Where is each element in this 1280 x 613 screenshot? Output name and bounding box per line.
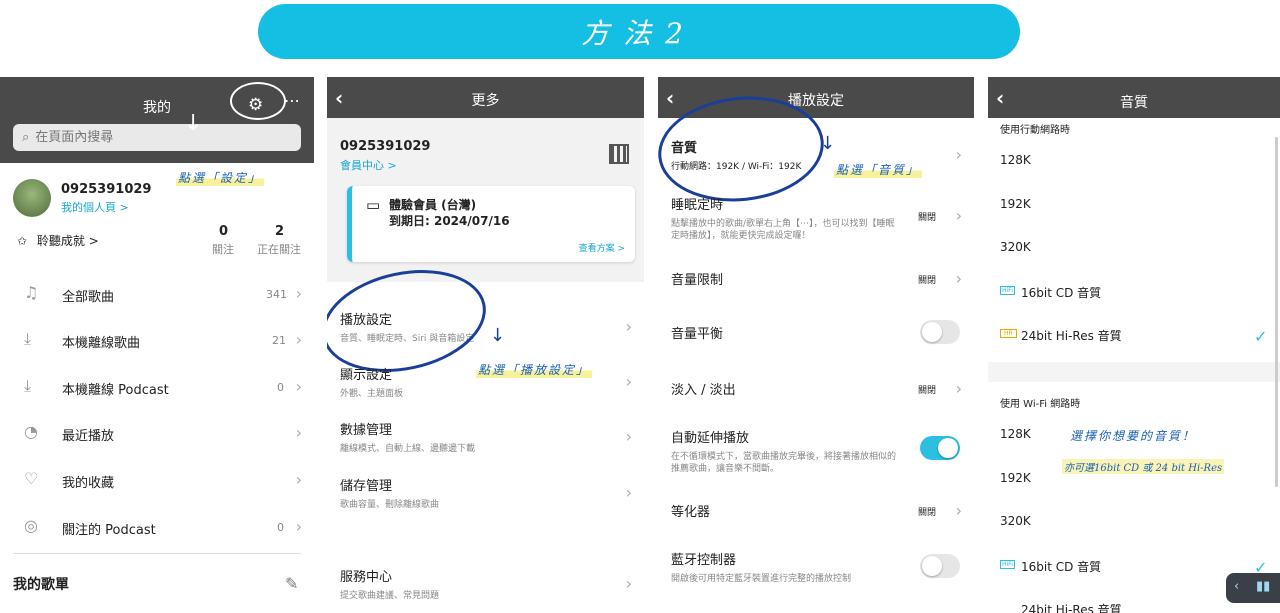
scrollbar[interactable] <box>1275 137 1278 487</box>
card-expiry: 到期日: 2024/07/16 <box>389 214 510 228</box>
header: ‹ 音質 <box>988 77 1280 118</box>
banner-title: 方法2 <box>581 16 697 50</box>
floating-widget[interactable]: ‹ ▮▮ <box>1226 573 1280 603</box>
chevron-right-icon: › <box>295 470 302 489</box>
account-phone: 0925391029 <box>340 139 431 154</box>
setting-equalizer[interactable]: 等化器 關閉 › <box>658 501 974 525</box>
search-icon: ⌕ <box>22 130 30 145</box>
member-center-link[interactable]: 會員中心 > <box>340 157 397 173</box>
setting-bluetooth: 藍牙控制器 開啟後可用特定藍牙裝置進行完整的播放控制 <box>658 549 974 589</box>
panel-more: ‹ 更多 0925391029 會員中心 > ▭ 體驗會員 (台灣) 到期日: … <box>327 77 644 613</box>
history-icon: ◔ <box>24 422 38 441</box>
setting-sleep-timer[interactable]: 睡眠定時 點擊播放中的歌曲/歌單右上角【⋯】，也可以找到【睡眠 定時播放】，就能… <box>658 194 974 244</box>
list-item-recent[interactable]: ◔ 最近播放 › <box>0 422 314 446</box>
user-phone: 0925391029 <box>61 182 152 197</box>
menu-item-service-center[interactable]: 服務中心 提交歌曲建議、常見問題 › <box>327 566 644 606</box>
chevron-right-icon: › <box>295 330 302 349</box>
arrow-annotation: ↓ <box>184 111 203 136</box>
menu-item-display-settings[interactable]: 顯示設定 外觀、主題面板 › <box>327 364 644 404</box>
chevron-right-icon: › <box>295 284 302 303</box>
membership-card[interactable]: ▭ 體驗會員 (台灣) 到期日: 2024/07/16 查看方案 > <box>347 186 635 262</box>
chevron-right-icon: › <box>625 483 632 502</box>
list-item-offline-songs[interactable]: ⤓ 本機離線歌曲 21 › <box>0 329 314 353</box>
annotation-choose: 選擇你想要的音質！ <box>1070 429 1197 443</box>
menu-item-data-management[interactable]: 數據管理 離線模式、自動上線、邊聽邊下載 › <box>327 419 644 459</box>
avatar[interactable] <box>13 179 51 217</box>
music-icon: ♫ <box>24 283 39 302</box>
setting-volume-balance: 音量平衡 <box>658 320 974 353</box>
view-plans-link[interactable]: 查看方案 > <box>579 241 625 254</box>
arrow-annotation: ↓ <box>490 325 506 346</box>
panel-my: 我的 ⚙ ⋯ ⌕ 在頁面內搜尋 0925391029 我的個人頁 > 點選「設定」… <box>0 77 314 613</box>
divider <box>13 553 301 554</box>
heart-icon: ♡ <box>24 469 39 488</box>
follow-label: 關注 <box>212 243 234 256</box>
download-icon: ⤓ <box>24 376 32 395</box>
card-title: 體驗會員 (台灣) <box>389 198 477 212</box>
list-item-all-songs[interactable]: ♫ 全部歌曲 341 › <box>0 283 314 307</box>
annotation-options: 亦可選16bit CD 或 24 bit Hi-Res <box>1062 459 1225 474</box>
chevron-right-icon: › <box>955 379 962 398</box>
chevron-right-icon: › <box>625 427 632 446</box>
chevron-right-icon: › <box>955 269 962 288</box>
panel-quality: ‹ 音質 使用行動網路時 128K 192K 320K HiFi 16bit C… <box>988 77 1280 613</box>
qr-code-icon[interactable] <box>609 144 629 164</box>
header: ‹ 更多 <box>327 77 644 118</box>
annotation-quality: 點選「音質」 <box>834 161 923 178</box>
more-icon[interactable]: ⋯ <box>284 91 300 110</box>
star-icon: ✩ <box>17 234 28 248</box>
chevron-right-icon: › <box>295 517 302 536</box>
chevron-right-icon: › <box>625 372 632 391</box>
playlist-title: 我的歌單 <box>13 577 69 593</box>
podcast-icon: ◎ <box>24 516 38 535</box>
chevron-right-icon: › <box>295 377 302 396</box>
list-item-offline-podcast[interactable]: ⤓ 本機離線 Podcast 0 › <box>0 376 314 400</box>
achievement-link[interactable]: ✩ 聆聽成就 > <box>17 232 99 249</box>
chevron-right-icon: › <box>955 206 962 225</box>
chevron-right-icon: › <box>955 501 962 520</box>
wifi-header: 使用 Wi-Fi 網路時 <box>1000 399 1081 410</box>
chevron-right-icon: › <box>295 423 302 442</box>
arrow-annotation: ↓ <box>820 133 836 154</box>
edit-icon[interactable]: ✎ <box>285 574 298 593</box>
auto-extend-toggle[interactable] <box>920 436 960 460</box>
chevron-right-icon: › <box>625 574 632 593</box>
chevron-right-icon: › <box>625 317 632 336</box>
hifi-badge: HiFi <box>1000 286 1015 295</box>
section-gap <box>988 362 1280 382</box>
chevron-right-icon: › <box>955 145 962 164</box>
following-label: 正在關注 <box>257 243 301 256</box>
annotation-circle <box>230 82 286 120</box>
following-count: 2 <box>275 224 285 239</box>
follow-count: 0 <box>219 224 229 239</box>
setting-fade[interactable]: 淡入 / 淡出 關閉 › <box>658 379 974 403</box>
chevron-left-icon: ‹ <box>1234 579 1240 594</box>
list-item-followed-podcast[interactable]: ◎ 關注的 Podcast 0 › <box>0 516 314 540</box>
page-title: 音質 <box>1120 95 1148 111</box>
card-icon: ▭ <box>366 196 381 214</box>
equalizer-icon: ▮▮ <box>1256 579 1271 594</box>
panel-playback-settings: ‹ 播放設定 音質 行動網路：192K / Wi-Fi：192K › ↓ 點選「… <box>658 77 974 613</box>
setting-auto-extend: 自動延伸播放 在不循環模式下，當歌曲播放完畢後，將接著播放相似的 推薦歌曲，讓音… <box>658 427 974 477</box>
volume-balance-toggle[interactable] <box>920 320 960 344</box>
menu-item-storage[interactable]: 儲存管理 歌曲容量、刪除離線歌曲 › <box>327 475 644 515</box>
setting-volume-limit[interactable]: 音量限制 關閉 › <box>658 269 974 293</box>
hifi-badge: HiFi <box>1000 560 1015 569</box>
mobile-header: 使用行動網路時 <box>1000 125 1070 136</box>
download-icon: ⤓ <box>24 329 32 348</box>
annotation-settings: 點選「設定」 <box>176 169 265 186</box>
page-title: 更多 <box>471 93 500 109</box>
search-input[interactable]: ⌕ 在頁面內搜尋 <box>13 124 301 151</box>
bluetooth-toggle[interactable] <box>920 554 960 578</box>
banner: 方法2 <box>258 4 1020 59</box>
check-icon: ✓ <box>1254 327 1268 346</box>
hr-badge: HR <box>1000 329 1017 338</box>
list-item-favorites[interactable]: ♡ 我的收藏 › <box>0 469 314 493</box>
profile-link[interactable]: 我的個人頁 > <box>61 199 129 215</box>
